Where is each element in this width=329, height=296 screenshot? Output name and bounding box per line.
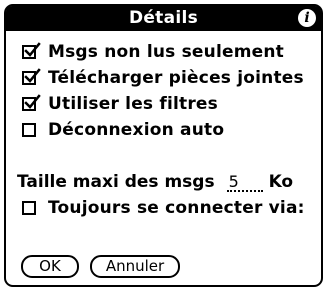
details-dialog: Détails i Msgs non lus seulement Télécha… (4, 4, 323, 287)
ok-button[interactable]: OK (21, 255, 79, 278)
use-filters-label: Utiliser les filtres (48, 94, 218, 114)
dialog-title: Détails (128, 8, 199, 28)
dialog-titlebar: Détails i (6, 6, 321, 31)
unread-only-label: Msgs non lus seulement (48, 42, 284, 62)
option-use-filters[interactable]: Utiliser les filtres (22, 92, 218, 116)
always-connect-via-label: Toujours se connecter via: (48, 198, 305, 218)
checkmark-icon (24, 42, 41, 57)
option-always-connect-via[interactable]: Toujours se connecter via: (22, 196, 305, 220)
checkmark-icon (24, 94, 41, 109)
checkmark-icon (24, 68, 41, 83)
download-attachments-checkbox[interactable] (22, 68, 41, 85)
option-unread-only[interactable]: Msgs non lus seulement (22, 40, 284, 64)
download-attachments-label: Télécharger pièces jointes (48, 68, 304, 88)
option-download-attachments[interactable]: Télécharger pièces jointes (22, 66, 304, 90)
use-filters-checkbox[interactable] (22, 94, 41, 111)
cancel-button[interactable]: Annuler (90, 255, 180, 278)
unread-only-checkbox[interactable] (22, 42, 41, 59)
always-connect-via-checkbox[interactable] (22, 201, 36, 215)
max-size-row: Taille maxi des msgs Ko (17, 170, 293, 194)
max-size-label: Taille maxi des msgs (17, 172, 215, 192)
auto-disconnect-label: Déconnexion auto (48, 120, 225, 140)
option-auto-disconnect[interactable]: Déconnexion auto (22, 118, 224, 142)
max-size-input[interactable] (226, 172, 263, 192)
info-icon[interactable]: i (298, 9, 316, 27)
auto-disconnect-checkbox[interactable] (22, 123, 36, 137)
max-size-unit: Ko (268, 172, 294, 192)
